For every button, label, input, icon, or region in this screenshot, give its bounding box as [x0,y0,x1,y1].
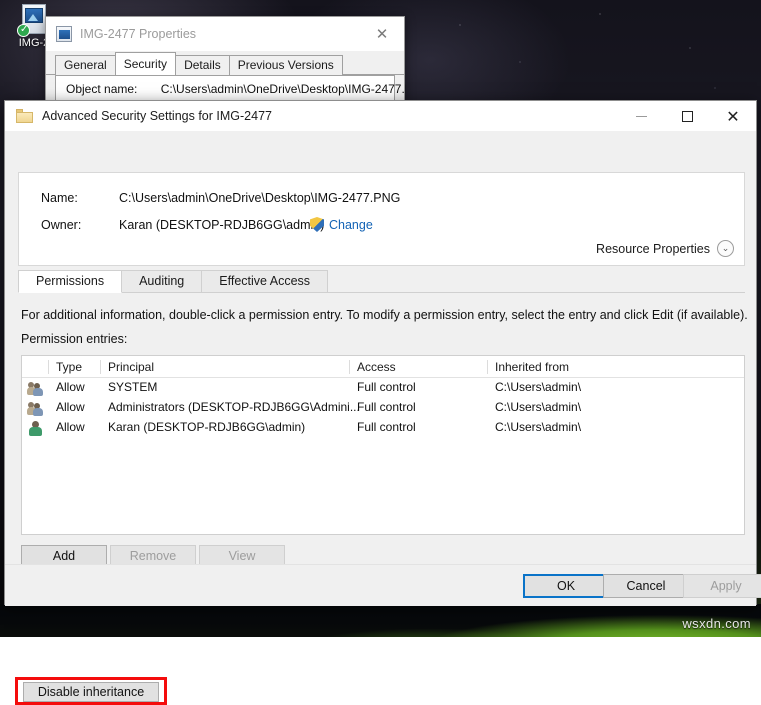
tab-general[interactable]: General [55,55,116,75]
chevron-down-icon[interactable]: ⌄ [717,240,734,257]
object-name-row: Object name: C:\Users\admin\OneDrive\Des… [66,82,406,96]
properties-tab-strip[interactable]: General Security Details Previous Versio… [46,51,404,75]
tab-permissions[interactable]: Permissions [18,270,122,293]
column-divider [100,360,101,374]
maximize-icon[interactable] [664,101,710,132]
permission-table-header: Type Principal Access Inherited from [22,356,744,378]
cell-inherited-from: C:\Users\admin\ [495,420,581,434]
cell-access: Full control [357,400,416,414]
tab-details[interactable]: Details [175,55,230,75]
grass-decoration [0,604,761,637]
advanced-titlebar[interactable]: Advanced Security Settings for IMG-2477 … [5,101,756,132]
resource-properties-expander[interactable]: Resource Properties ⌄ [596,240,734,257]
table-row[interactable]: Allow Administrators (DESKTOP-RDJB6GG\Ad… [22,398,744,418]
table-row[interactable]: Allow Karan (DESKTOP-RDJB6GG\admin) Full… [22,418,744,438]
advanced-security-settings-window[interactable]: Advanced Security Settings for IMG-2477 … [4,100,757,605]
window-controls[interactable]: ✕ [618,101,756,132]
name-label: Name: [41,191,78,205]
close-icon[interactable]: ✕ [710,101,756,132]
watermark-text: wsxdn.com [682,616,751,631]
tab-effective-access[interactable]: Effective Access [201,270,328,293]
column-divider [48,360,49,374]
cell-type: Allow [56,380,85,394]
image-file-icon-small [56,26,72,42]
ok-button[interactable]: OK [523,574,609,598]
cancel-button[interactable]: Cancel [603,574,689,598]
owner-label: Owner: [41,218,81,232]
group-users-icon [28,401,44,416]
dialog-footer: OK Cancel Apply [5,564,756,606]
disable-inheritance-button[interactable]: Disable inheritance [23,682,159,702]
properties-titlebar[interactable]: IMG-2477 Properties ✕ [46,17,404,51]
advanced-content-area: Name: C:\Users\admin\OneDrive\Desktop\IM… [5,132,756,606]
change-owner-link[interactable]: Change [310,217,373,232]
column-header-principal[interactable]: Principal [108,360,154,374]
tab-security[interactable]: Security [115,52,176,75]
properties-window-title: IMG-2477 Properties [80,27,196,41]
change-link-label: Change [329,218,373,232]
cell-type: Allow [56,400,85,414]
advanced-window-title: Advanced Security Settings for IMG-2477 [42,109,272,123]
column-divider [349,360,350,374]
cell-access: Full control [357,380,416,394]
folder-body-shape [16,112,33,123]
owner-value: Karan (DESKTOP-RDJB6GG\admin) [119,218,324,232]
resource-properties-label: Resource Properties [596,242,710,256]
object-name-value: C:\Users\admin\OneDrive\Desktop\IMG-2477… [161,82,406,96]
cell-type: Allow [56,420,85,434]
folder-icon [16,109,33,123]
permission-entries-label: Permission entries: [21,332,127,346]
column-header-access[interactable]: Access [357,360,396,374]
column-divider [487,360,488,374]
tab-previous-versions[interactable]: Previous Versions [229,55,343,75]
column-header-type[interactable]: Type [56,360,82,374]
group-users-icon [28,381,44,396]
column-header-inherited-from[interactable]: Inherited from [495,360,569,374]
photo-thumb-shape [25,8,43,23]
shield-icon [310,217,324,232]
table-row[interactable]: Allow SYSTEM Full control C:\Users\admin… [22,378,744,398]
cell-principal: SYSTEM [108,380,157,394]
permission-entries-list[interactable]: Type Principal Access Inherited from All… [21,355,745,535]
cell-principal: Karan (DESKTOP-RDJB6GG\admin) [108,420,305,434]
cell-principal: Administrators (DESKTOP-RDJB6GG\Admini..… [108,400,360,414]
cell-inherited-from: C:\Users\admin\ [495,380,581,394]
minimize-icon[interactable] [618,101,664,132]
apply-button: Apply [683,574,761,598]
properties-window[interactable]: IMG-2477 Properties ✕ General Security D… [45,16,405,108]
tab-auditing[interactable]: Auditing [121,270,202,293]
onedrive-sync-check-icon [17,24,30,37]
single-user-icon [28,421,44,436]
cell-access: Full control [357,420,416,434]
permissions-description: For additional information, double-click… [21,308,748,322]
name-value: C:\Users\admin\OneDrive\Desktop\IMG-2477… [119,191,400,205]
object-name-label: Object name: [66,82,137,96]
advanced-tab-strip[interactable]: Permissions Auditing Effective Access [18,271,745,293]
close-icon[interactable]: ✕ [360,17,404,51]
cell-inherited-from: C:\Users\admin\ [495,400,581,414]
